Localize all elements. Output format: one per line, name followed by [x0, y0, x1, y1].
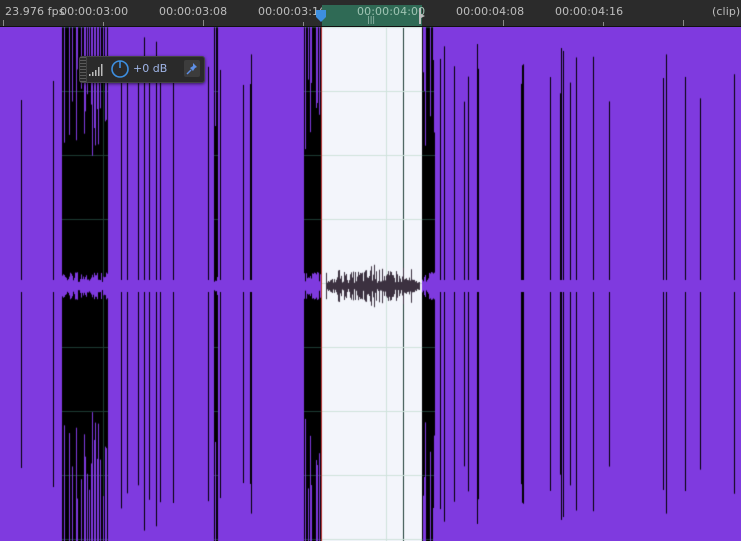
ruler-tick [683, 20, 684, 26]
fps-label: 23.976 fps [5, 5, 65, 18]
ruler-tick [3, 20, 4, 26]
timecode-label: 00:00:04:16 [555, 5, 624, 18]
drag-handle[interactable] [80, 57, 87, 82]
waveform-display[interactable] [0, 27, 741, 541]
ruler-tick [503, 20, 504, 26]
ruler-tick [203, 20, 204, 26]
ruler-tick [603, 22, 604, 26]
volume-meter-icon [89, 64, 103, 76]
gain-value[interactable]: +0 dB [133, 62, 167, 75]
clip-label: (clip) [712, 5, 741, 18]
timecode-label: 00:00:03:08 [159, 5, 228, 18]
pin-button[interactable] [184, 60, 200, 77]
timecode-label: 00:00:04:08 [456, 5, 525, 18]
grip-icon[interactable]: ||| [367, 15, 375, 24]
clip-gain-control[interactable]: +0 dB [79, 56, 205, 83]
pin-icon [186, 63, 197, 75]
gain-knob-icon[interactable] [110, 59, 130, 79]
ruler-tick [103, 22, 104, 26]
ruler-tick [303, 22, 304, 26]
playhead-icon[interactable] [315, 9, 327, 23]
timeline-ruler[interactable]: 23.976 fps 00:00:03:00 00:00:03:08 00:00… [0, 0, 741, 27]
selection-end-handle-icon[interactable] [418, 8, 426, 24]
timecode-label: 00:00:03:00 [60, 5, 129, 18]
